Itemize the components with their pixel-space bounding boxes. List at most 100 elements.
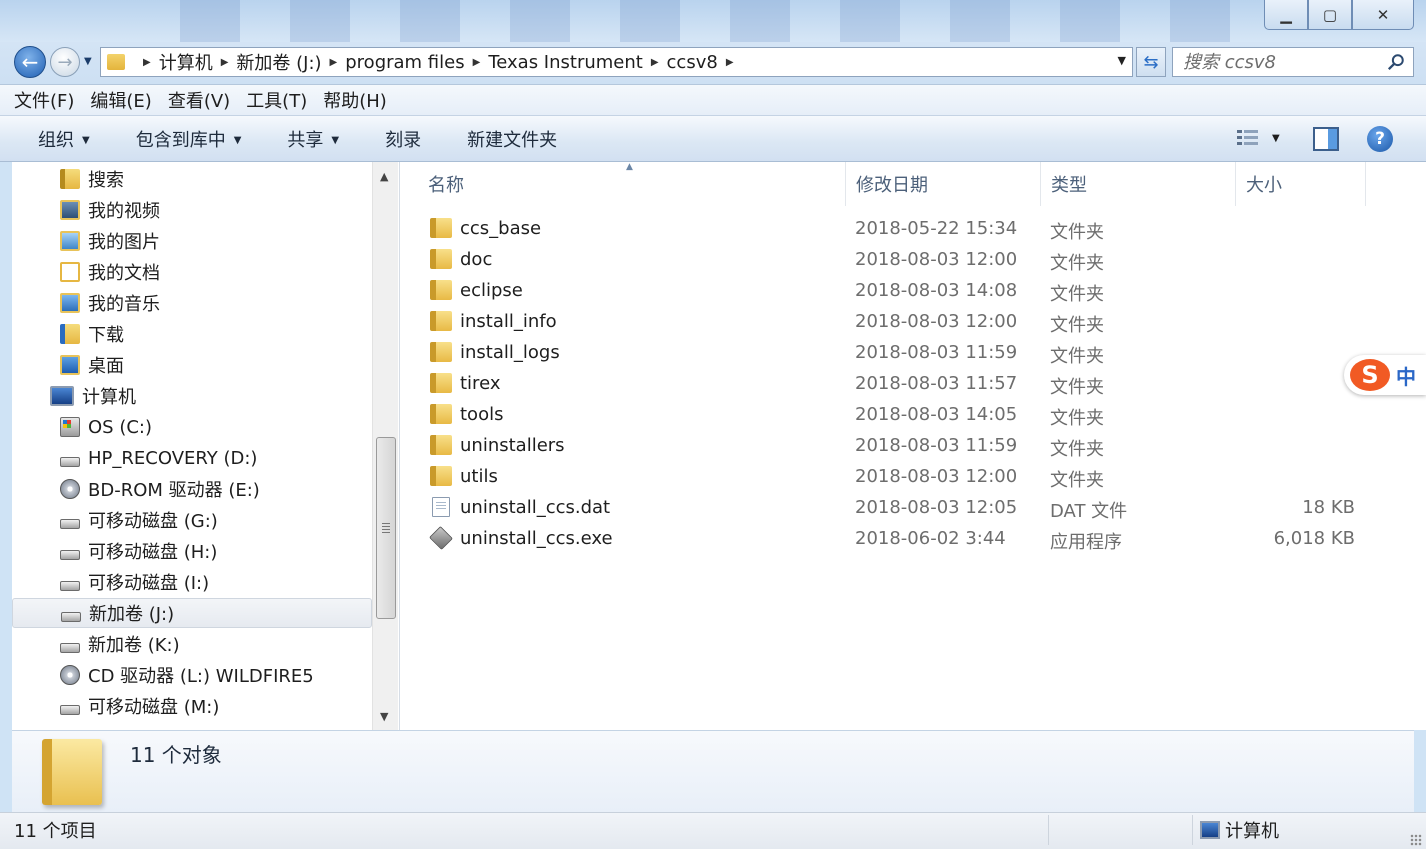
close-button[interactable]: ✕ xyxy=(1352,0,1414,30)
nav-item[interactable]: 可移动磁盘 (I:) xyxy=(12,567,372,597)
search-input[interactable] xyxy=(1173,48,1373,76)
menu-edit[interactable]: 编辑(E) xyxy=(90,87,151,113)
file-type: 文件夹 xyxy=(1050,470,1104,491)
nav-item[interactable]: 可移动磁盘 (H:) xyxy=(12,536,372,566)
file-date: 2018-08-03 12:00 xyxy=(855,466,1018,487)
forward-button[interactable]: → xyxy=(50,47,80,77)
removable-drive-icon xyxy=(60,705,80,715)
chevron-right-icon[interactable]: ▶ xyxy=(143,57,151,68)
file-name: tirex xyxy=(460,373,501,394)
nav-item[interactable]: 计算机 xyxy=(12,381,372,411)
file-name: uninstall_ccs.exe xyxy=(460,528,613,549)
nav-item[interactable]: 我的视频 xyxy=(12,195,372,225)
preview-pane-button[interactable] xyxy=(1313,127,1339,151)
address-history-dropdown[interactable]: ▼ xyxy=(1118,54,1126,67)
dat-file-icon xyxy=(432,497,450,517)
view-options-dropdown[interactable]: ▼ xyxy=(1272,133,1280,144)
menu-file[interactable]: 文件(F) xyxy=(14,87,74,113)
scroll-up-arrow[interactable]: ▲ xyxy=(380,170,388,183)
folder-icon xyxy=(430,435,452,455)
folder-icon xyxy=(430,311,452,331)
back-button[interactable]: ← xyxy=(14,46,46,78)
menu-tools[interactable]: 工具(T) xyxy=(246,87,307,113)
chevron-right-icon[interactable]: ▶ xyxy=(473,57,481,68)
file-row[interactable]: install_info 2018-08-03 12:00 文件夹 xyxy=(400,307,1400,338)
breadcrumb-drive-j[interactable]: 新加卷 (J:) xyxy=(236,49,321,75)
file-row[interactable]: ccs_base 2018-05-22 15:34 文件夹 xyxy=(400,214,1400,245)
maximize-button[interactable]: ▢ xyxy=(1308,0,1352,30)
removable-drive-icon xyxy=(60,519,80,529)
file-row[interactable]: tools 2018-08-03 14:05 文件夹 xyxy=(400,400,1400,431)
column-header-name[interactable]: 名称 xyxy=(418,162,846,206)
column-header-date[interactable]: 修改日期 xyxy=(846,162,1041,206)
nav-item[interactable]: 我的图片 xyxy=(12,226,372,256)
nav-item-label: 可移动磁盘 (I:) xyxy=(88,573,210,594)
file-list[interactable]: ▲ 名称 修改日期 类型 大小 ccs_base 2018-05-22 15:34… xyxy=(400,162,1426,730)
organize-button[interactable]: 组织 ▼ xyxy=(38,126,90,152)
file-row[interactable]: uninstall_ccs.exe 2018-06-02 3:44 应用程序 6,01… xyxy=(400,524,1400,555)
ime-mode-label[interactable]: 中 xyxy=(1396,361,1416,390)
chevron-right-icon[interactable]: ▶ xyxy=(726,57,734,68)
chevron-right-icon[interactable]: ▶ xyxy=(330,57,338,68)
nav-item[interactable]: 我的文档 xyxy=(12,257,372,287)
details-pane: 11 个对象 xyxy=(12,730,1414,812)
scrollbar-thumb[interactable] xyxy=(376,437,396,619)
file-row[interactable]: tirex 2018-08-03 11:57 文件夹 xyxy=(400,369,1400,400)
breadcrumb-computer[interactable]: 计算机 xyxy=(159,49,213,75)
library-folder-icon xyxy=(60,169,80,189)
breadcrumb-texas-instrument[interactable]: Texas Instrument xyxy=(488,52,643,73)
nav-item[interactable]: 新加卷 (J:) xyxy=(12,598,372,628)
column-header-type[interactable]: 类型 xyxy=(1041,162,1236,206)
menu-help[interactable]: 帮助(H) xyxy=(323,87,387,113)
column-header-size[interactable]: 大小 xyxy=(1236,162,1366,206)
resize-grip[interactable] xyxy=(1410,834,1422,846)
file-row[interactable]: utils 2018-08-03 12:00 文件夹 xyxy=(400,462,1400,493)
folder-icon xyxy=(42,739,102,805)
scroll-down-arrow[interactable]: ▼ xyxy=(380,710,388,723)
burn-button[interactable]: 刻录 xyxy=(385,126,421,152)
folder-icon xyxy=(430,404,452,424)
nav-item[interactable]: 搜索 xyxy=(12,164,372,194)
file-name: doc xyxy=(460,249,493,270)
chevron-right-icon[interactable]: ▶ xyxy=(221,57,229,68)
nav-item[interactable]: CD 驱动器 (L:) WILDFIRE5 xyxy=(12,660,372,690)
breadcrumb-program-files[interactable]: program files xyxy=(345,52,464,73)
nav-item[interactable]: 新加卷 (K:) xyxy=(12,629,372,659)
nav-item[interactable]: 可移动磁盘 (G:) xyxy=(12,505,372,535)
new-folder-button[interactable]: 新建文件夹 xyxy=(467,126,557,152)
nav-item-label: 桌面 xyxy=(88,356,124,377)
file-row[interactable]: uninstall_ccs.dat 2018-08-03 12:05 DAT 文件 1… xyxy=(400,493,1400,524)
file-row[interactable]: eclipse 2018-08-03 14:08 文件夹 xyxy=(400,276,1400,307)
title-bar: ▁ ▢ ✕ xyxy=(0,0,1426,42)
nav-item[interactable]: 可移动磁盘 (M:) xyxy=(12,691,372,721)
navigation-scrollbar[interactable]: ▲ ▼ xyxy=(372,162,398,730)
recent-pages-dropdown[interactable]: ▼ xyxy=(84,56,92,67)
chevron-right-icon[interactable]: ▶ xyxy=(651,57,659,68)
address-bar[interactable]: ▶ 计算机 ▶ 新加卷 (J:) ▶ program files ▶ Texas… xyxy=(100,47,1133,77)
ime-indicator[interactable]: S 中 xyxy=(1344,355,1426,395)
nav-item[interactable]: HP_RECOVERY (D:) xyxy=(12,443,372,473)
search-icon[interactable] xyxy=(1387,53,1405,71)
nav-item[interactable]: OS (C:) xyxy=(12,412,372,442)
view-options-icon[interactable] xyxy=(1236,128,1260,150)
file-name: install_logs xyxy=(460,342,560,363)
file-row[interactable]: doc 2018-08-03 12:00 文件夹 xyxy=(400,245,1400,276)
include-in-library-button[interactable]: 包含到库中 ▼ xyxy=(136,126,242,152)
search-box[interactable] xyxy=(1172,47,1414,77)
folder-icon xyxy=(430,249,452,269)
nav-item[interactable]: 下载 xyxy=(12,319,372,349)
refresh-button[interactable]: ⇆ xyxy=(1136,47,1166,77)
nav-item[interactable]: 桌面 xyxy=(12,350,372,380)
nav-item[interactable]: 我的音乐 xyxy=(12,288,372,318)
file-row[interactable]: install_logs 2018-08-03 11:59 文件夹 xyxy=(400,338,1400,369)
minimize-button[interactable]: ▁ xyxy=(1264,0,1308,30)
navigation-pane[interactable]: 搜索 我的视频 我的图片 我的文档 我的音乐 下载桌面计算机 OS (C:) HP_RECOV… xyxy=(12,162,400,730)
menu-view[interactable]: 查看(V) xyxy=(168,87,230,113)
help-button[interactable]: ? xyxy=(1367,126,1393,152)
share-button[interactable]: 共享 ▼ xyxy=(287,126,339,152)
status-divider xyxy=(1048,815,1049,845)
computer-icon xyxy=(50,386,74,406)
nav-item[interactable]: BD-ROM 驱动器 (E:) xyxy=(12,474,372,504)
breadcrumb-ccsv8[interactable]: ccsv8 xyxy=(667,52,718,73)
file-row[interactable]: uninstallers 2018-08-03 11:59 文件夹 xyxy=(400,431,1400,462)
